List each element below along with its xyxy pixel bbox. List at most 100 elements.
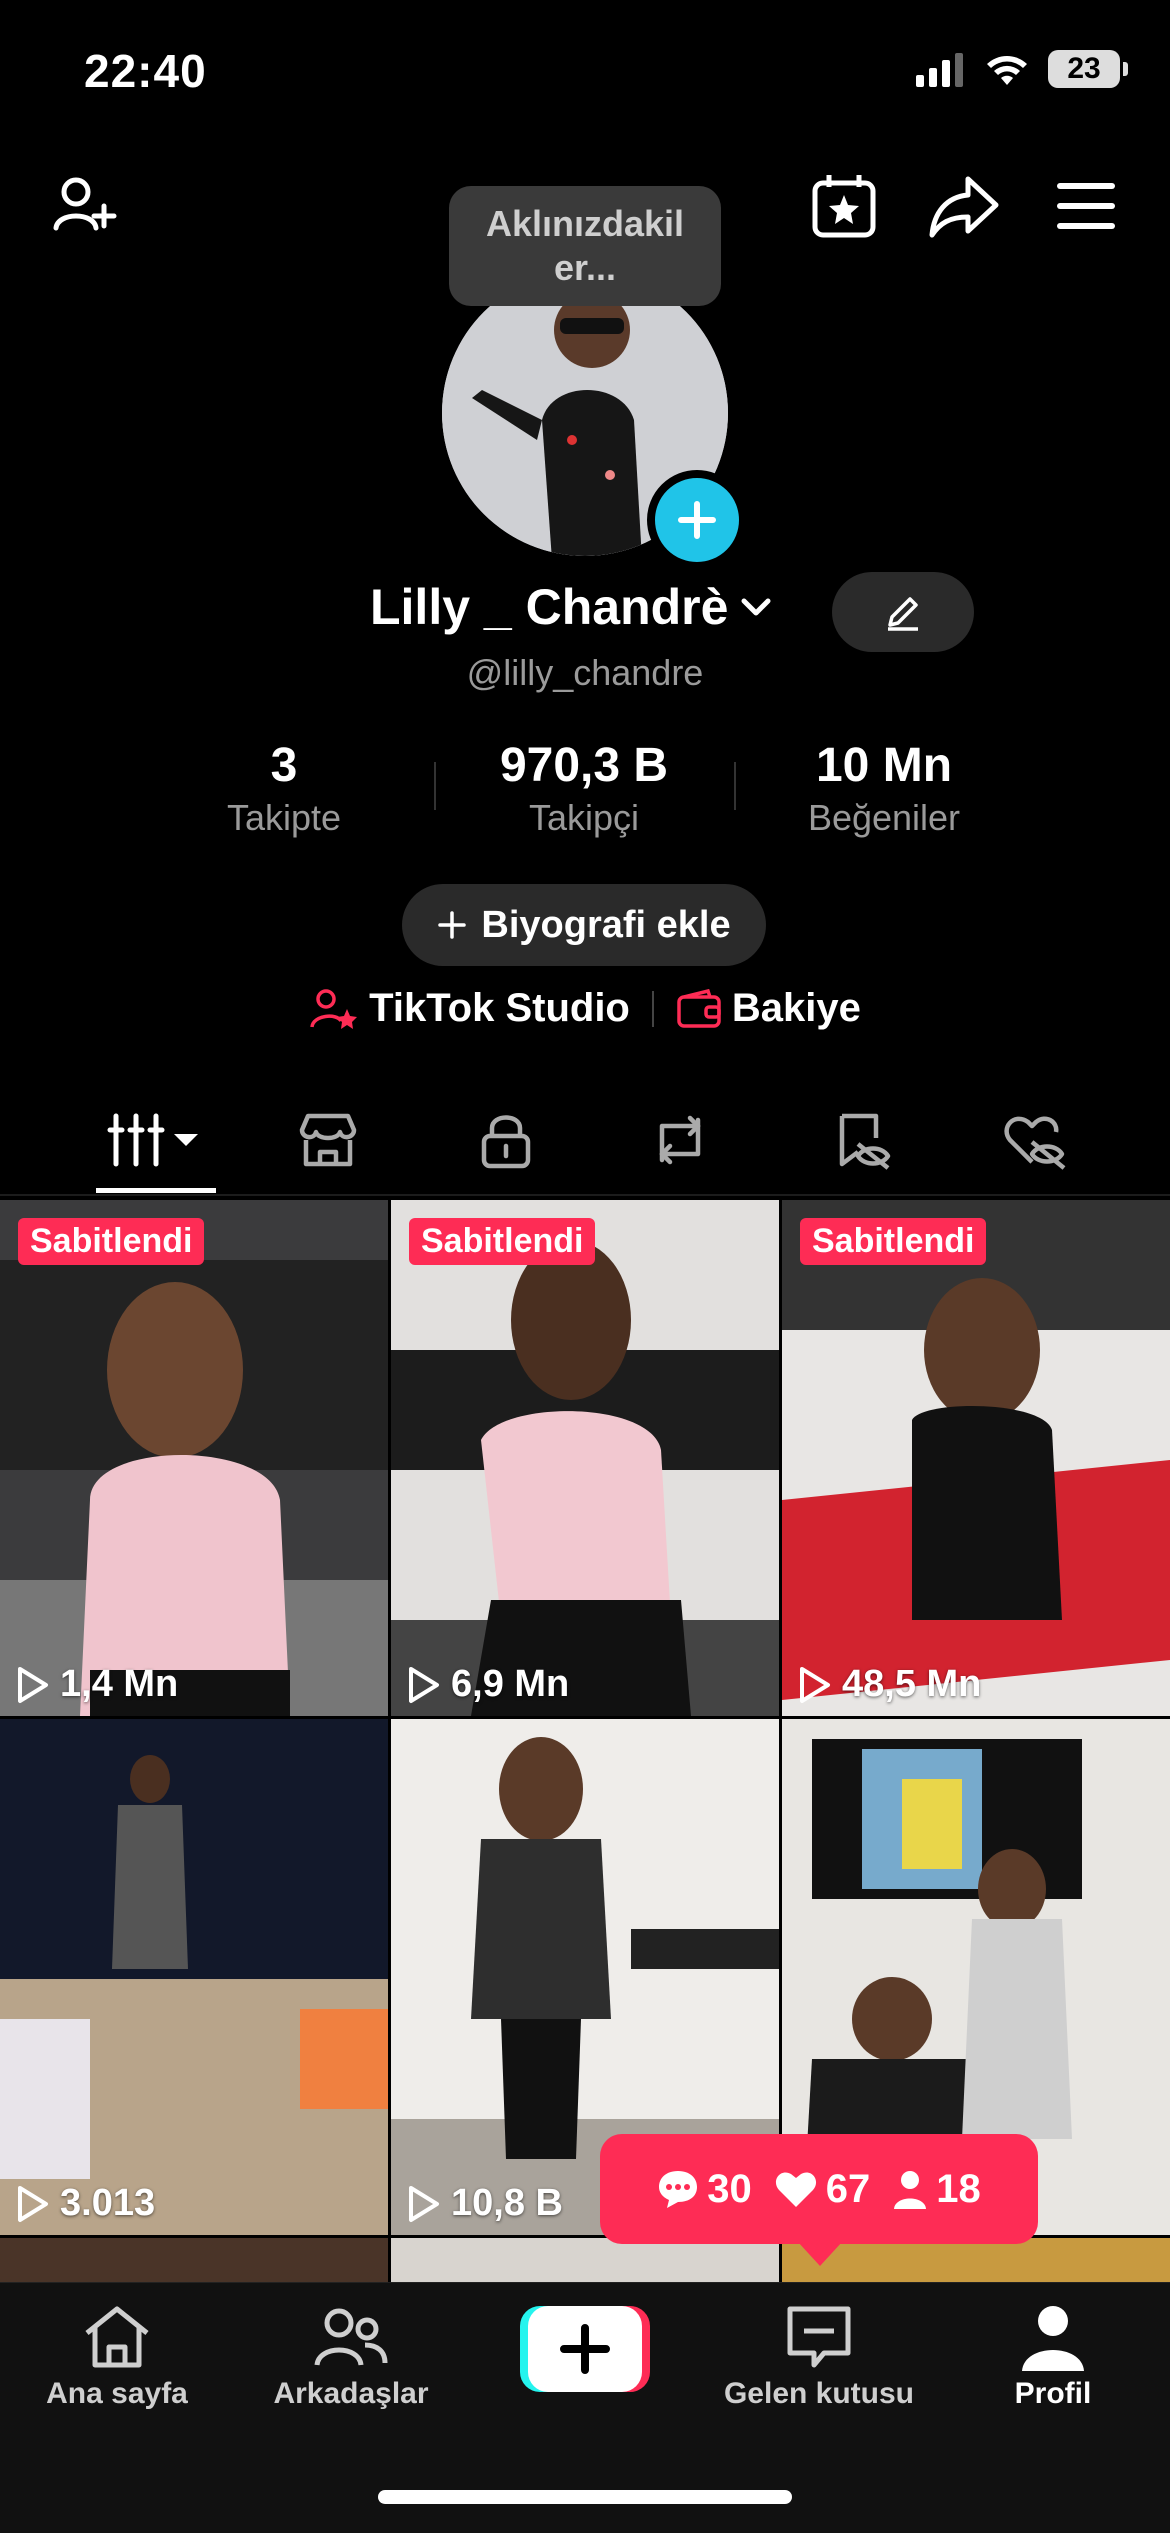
activity-notification[interactable]: 30 67 18 bbox=[600, 2134, 1038, 2266]
view-count: 48,5 Mn bbox=[798, 1663, 981, 1706]
stat-followers-label: Takipçi bbox=[528, 797, 640, 838]
shop-icon bbox=[299, 1113, 357, 1167]
tab-shop[interactable] bbox=[268, 1100, 388, 1180]
stat-likes-label: Beğeniler bbox=[807, 797, 961, 838]
nav-home-label: Ana sayfa bbox=[46, 2377, 188, 2410]
tab-saved[interactable] bbox=[802, 1100, 922, 1180]
profile-name: Lilly _ Chandrè bbox=[370, 579, 729, 635]
stat-likes[interactable]: 10 Mn Beğeniler bbox=[734, 738, 1034, 839]
like-count: 67 bbox=[774, 2166, 871, 2212]
view-count: 10,8 B bbox=[407, 2182, 563, 2225]
play-icon bbox=[409, 2185, 439, 2222]
stat-following-label: Takipte bbox=[226, 797, 342, 838]
view-count-label: 3.013 bbox=[60, 2182, 156, 2224]
nav-inbox[interactable]: Gelen kutusu bbox=[702, 2303, 936, 2411]
person-icon bbox=[894, 2171, 927, 2209]
calendar-star-icon[interactable] bbox=[804, 166, 884, 246]
play-icon bbox=[18, 1666, 48, 1703]
pencil-icon bbox=[888, 597, 918, 631]
battery-indicator: 23 bbox=[1048, 50, 1128, 88]
stat-following[interactable]: 3 Takipte bbox=[134, 738, 434, 839]
link-divider bbox=[651, 990, 654, 1027]
profile-links: TikTok Studio Bakiye bbox=[0, 986, 1170, 1031]
video-thumbnail[interactable] bbox=[391, 2238, 779, 2282]
pinned-badge: Sabitlendi bbox=[800, 1218, 987, 1265]
add-bio-label: Biyografi ekle bbox=[481, 903, 731, 946]
nav-profile-label: Profil bbox=[1014, 2377, 1092, 2410]
status-icons: 23 bbox=[916, 50, 1128, 88]
inbox-icon bbox=[787, 2306, 851, 2368]
friends-icon bbox=[314, 2308, 388, 2366]
comment-count-label: 30 bbox=[707, 2166, 752, 2211]
nav-friends[interactable]: Arkadaşlar bbox=[234, 2303, 468, 2411]
bookmark-hidden-icon bbox=[839, 1113, 891, 1170]
view-count-label: 10,8 B bbox=[451, 2182, 563, 2224]
add-bio-button[interactable]: Biyografi ekle bbox=[402, 884, 766, 966]
play-icon bbox=[18, 2185, 48, 2222]
heart-icon bbox=[775, 2172, 816, 2207]
profile-tabs bbox=[0, 1090, 1170, 1196]
status-time: 22:40 bbox=[84, 45, 207, 97]
add-friend-icon[interactable] bbox=[44, 166, 124, 246]
edit-profile-button[interactable] bbox=[832, 572, 974, 652]
home-icon bbox=[85, 2306, 149, 2368]
nav-friends-label: Arkadaşlar bbox=[273, 2377, 429, 2410]
tab-liked[interactable] bbox=[974, 1100, 1094, 1180]
thoughts-tooltip[interactable]: Aklınızdakil er... bbox=[449, 186, 721, 306]
balance-link[interactable]: Bakiye bbox=[676, 986, 861, 1031]
tiktok-studio-label: TikTok Studio bbox=[369, 986, 630, 1030]
stat-likes-value: 10 Mn bbox=[815, 739, 953, 792]
tab-reposts[interactable] bbox=[620, 1100, 740, 1180]
chevron-down-icon bbox=[741, 598, 771, 616]
balance-label: Bakiye bbox=[731, 986, 861, 1030]
active-tab-indicator bbox=[96, 1188, 216, 1193]
video-thumbnail-image bbox=[391, 1200, 779, 1716]
view-count: 3.013 bbox=[16, 2182, 155, 2225]
follower-count-label: 18 bbox=[936, 2166, 981, 2211]
signal-icon bbox=[916, 53, 963, 87]
view-count-label: 6,9 Mn bbox=[451, 1663, 570, 1705]
menu-icon[interactable] bbox=[1046, 166, 1126, 246]
video-thumbnail[interactable] bbox=[0, 2238, 388, 2282]
like-count-label: 67 bbox=[825, 2166, 871, 2211]
tab-private[interactable] bbox=[446, 1100, 566, 1180]
video-thumbnail-image bbox=[0, 1200, 388, 1716]
videos-grid-icon bbox=[107, 1113, 198, 1167]
play-icon bbox=[409, 1666, 439, 1703]
stat-following-value: 3 bbox=[270, 739, 298, 792]
stat-followers-value: 970,3 B bbox=[499, 739, 669, 792]
wifi-icon bbox=[987, 56, 1027, 85]
heart-hidden-icon bbox=[1004, 1116, 1066, 1170]
tiktok-studio-link[interactable]: TikTok Studio bbox=[309, 986, 630, 1031]
video-thumbnail-image bbox=[782, 1200, 1170, 1716]
pinned-badge: Sabitlendi bbox=[409, 1218, 596, 1265]
creator-star-icon bbox=[310, 988, 358, 1029]
plus-icon bbox=[438, 911, 467, 939]
repost-icon bbox=[659, 1115, 701, 1165]
lock-icon bbox=[481, 1115, 531, 1169]
add-story-button[interactable] bbox=[647, 470, 747, 570]
create-button[interactable] bbox=[520, 2306, 650, 2392]
create-plus-icon bbox=[520, 2306, 650, 2392]
nav-profile[interactable]: Profil bbox=[936, 2303, 1170, 2411]
video-thumbnail[interactable]: Sabitlendi 1,4 Mn bbox=[0, 1200, 388, 1716]
profile-name-row[interactable]: Lilly _ Chandrè bbox=[370, 578, 774, 636]
share-icon[interactable] bbox=[924, 166, 1004, 246]
profile-icon bbox=[1022, 2306, 1084, 2371]
stat-followers[interactable]: 970,3 B Takipçi bbox=[434, 738, 734, 839]
video-thumbnail-image bbox=[0, 1719, 388, 2235]
home-indicator bbox=[378, 2490, 792, 2504]
video-thumbnail[interactable]: Sabitlendi 48,5 Mn bbox=[782, 1200, 1170, 1716]
nav-inbox-label: Gelen kutusu bbox=[723, 2377, 915, 2410]
tab-videos[interactable] bbox=[96, 1100, 216, 1180]
view-count-label: 48,5 Mn bbox=[842, 1663, 982, 1705]
pinned-badge: Sabitlendi bbox=[18, 1218, 205, 1265]
profile-handle: @lilly_chandre bbox=[466, 652, 704, 693]
play-icon bbox=[800, 1666, 830, 1703]
nav-home[interactable]: Ana sayfa bbox=[0, 2303, 234, 2411]
video-thumbnail[interactable]: Sabitlendi 6,9 Mn bbox=[391, 1200, 779, 1716]
view-count-label: 1,4 Mn bbox=[60, 1663, 179, 1705]
comment-count: 30 bbox=[657, 2167, 752, 2212]
video-thumbnail[interactable]: 3.013 bbox=[0, 1719, 388, 2235]
wallet-icon bbox=[677, 988, 721, 1028]
